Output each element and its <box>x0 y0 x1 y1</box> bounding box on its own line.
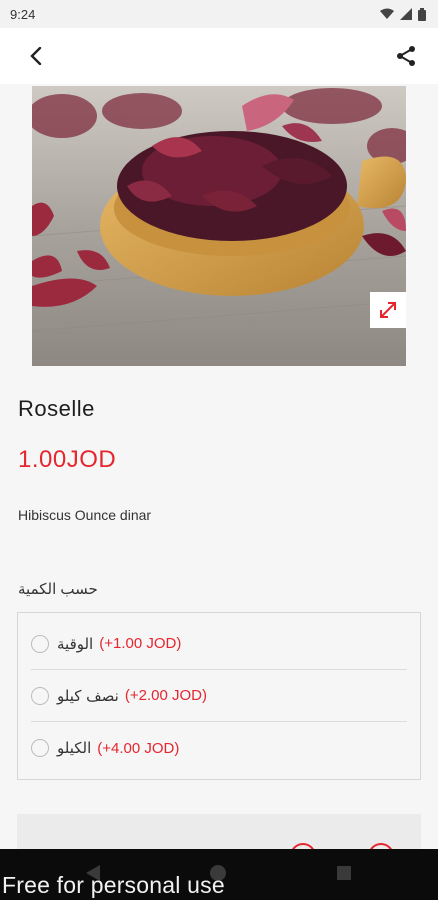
app-bar <box>0 28 438 84</box>
wifi-icon <box>380 8 394 19</box>
option-half-kilo[interactable]: نصف كيلو (+2.00 JOD) <box>31 670 407 722</box>
option-label: نصف كيلو <box>57 686 119 705</box>
back-button[interactable] <box>22 42 50 70</box>
expand-image-button[interactable] <box>370 292 406 328</box>
roselle-photo <box>32 86 406 366</box>
battery-icon <box>418 7 426 21</box>
radio-button[interactable] <box>31 686 49 705</box>
option-price: (+2.00 JOD) <box>124 687 207 704</box>
option-price: (+1.00 JOD) <box>99 635 182 652</box>
nav-recents-icon[interactable] <box>337 866 351 880</box>
share-icon <box>397 46 415 66</box>
status-bar: 9:24 <box>0 0 438 28</box>
radio-button[interactable] <box>31 739 49 757</box>
arrow-back-icon <box>30 47 42 65</box>
quantity-options: الوقية (+1.00 JOD) نصف كيلو (+2.00 JOD) … <box>17 612 421 780</box>
product-image[interactable] <box>32 86 406 366</box>
option-label: الوقية <box>57 634 94 653</box>
signal-icon <box>400 8 412 20</box>
status-icons <box>380 7 426 21</box>
share-button[interactable] <box>392 42 420 70</box>
radio-button[interactable] <box>31 634 49 653</box>
product-title: Roselle <box>18 396 95 421</box>
expand-icon <box>380 302 396 318</box>
product-description: Hibiscus Ounce dinar <box>18 507 152 523</box>
status-time: 9:24 <box>10 6 36 22</box>
product-price: 1.00JOD <box>18 446 117 473</box>
option-price: (+4.00 JOD) <box>97 739 180 757</box>
quantity-section-label: حسب الكمية <box>18 581 98 598</box>
option-label: الكيلو <box>57 739 92 757</box>
option-ounce[interactable]: الوقية (+1.00 JOD) <box>31 618 407 670</box>
option-kilo[interactable]: الكيلو (+4.00 JOD) <box>31 722 407 774</box>
watermark: Free for personal use <box>2 872 225 898</box>
